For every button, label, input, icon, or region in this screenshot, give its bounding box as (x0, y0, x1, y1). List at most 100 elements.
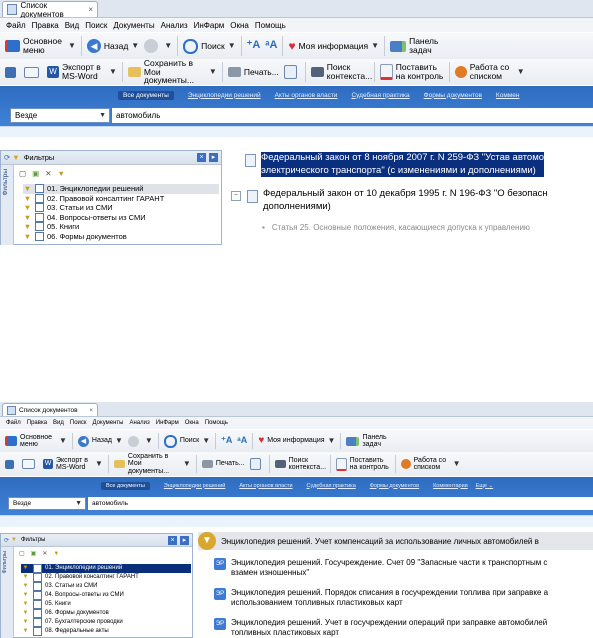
forward-button[interactable]: ▼ (127, 435, 153, 447)
link-encyclopedias[interactable]: Энциклопедии решений (188, 92, 261, 99)
link-authority-acts[interactable]: Акты органов власти (275, 92, 338, 99)
mail-button[interactable] (24, 66, 42, 78)
filter-item[interactable]: ▼ 02. Правовой консалтинг ГАРАНТ (23, 194, 219, 204)
back-button[interactable]: ◀ Назад ▼ (86, 39, 139, 53)
back-button[interactable]: ◀ Назад ▼ (77, 435, 123, 447)
work-with-list-button[interactable]: Работа со списком ▼ (454, 63, 525, 81)
menu-analysis[interactable]: Анализ (161, 21, 188, 30)
font-increase-button[interactable]: ⁺A (221, 435, 232, 445)
menu-help[interactable]: Помощь (255, 21, 286, 30)
link-court-practice[interactable]: Судебная практика (307, 483, 356, 489)
result-item[interactable]: Федеральный закон от 8 ноября 2007 г. N … (245, 152, 545, 177)
close-panel-icon[interactable]: × (197, 153, 206, 162)
link-comments[interactable]: Комментарии (433, 483, 468, 489)
set-control-button[interactable]: Поставить на контроль (379, 63, 444, 81)
menu-search[interactable]: Поиск (70, 420, 87, 426)
filter-item[interactable]: ▼ 05. Книги (21, 600, 191, 609)
menu-search[interactable]: Поиск (85, 21, 107, 30)
link-encyclopedias[interactable]: Энциклопедии решений (164, 483, 226, 489)
add-filter-icon[interactable]: ▣ (32, 169, 39, 178)
filter-item[interactable]: ▼ 06. Формы документов (23, 232, 219, 242)
my-info-button[interactable]: ♥ Моя информация ▼ (288, 40, 379, 53)
checkbox[interactable] (33, 573, 42, 582)
filter-item[interactable]: ▼ 02. Правовой консалтинг ГАРАНТ (21, 573, 191, 582)
search-scope-select[interactable]: Везде ▼ (10, 108, 110, 123)
result-item[interactable]: − Федеральный закон от 10 декабря 1995 г… (231, 188, 548, 213)
checkbox[interactable] (33, 618, 42, 627)
menu-file[interactable]: Файл (6, 420, 21, 426)
font-increase-button[interactable]: ⁺A (247, 40, 261, 52)
link-document-forms[interactable]: Формы документов (424, 92, 482, 99)
document-list-tab[interactable]: Список документов × (2, 403, 98, 416)
mail-button[interactable] (22, 459, 38, 469)
menu-edit[interactable]: Правка (32, 21, 59, 30)
collapse-icon[interactable]: − (231, 191, 241, 201)
result-item[interactable]: ЭР Энциклопедия решений. Порядок списани… (214, 588, 548, 608)
save-to-my-docs-button[interactable]: Сохранить в Мои документы... ▼ (127, 58, 217, 86)
checkbox[interactable] (33, 627, 42, 636)
menu-edit[interactable]: Правка (27, 420, 47, 426)
checkbox[interactable] (35, 212, 44, 222)
work-with-list-button[interactable]: Работа со списком ▼ (400, 457, 461, 472)
export-word-button[interactable]: W Экспорт в MS-Word ▼ (47, 63, 117, 81)
forward-button[interactable]: ▼ (144, 39, 172, 53)
context-search-button[interactable]: Поиск контекста... (274, 457, 326, 472)
menu-windows[interactable]: Окна (230, 21, 249, 30)
link-authority-acts[interactable]: Акты органов власти (239, 483, 292, 489)
task-panel-button[interactable]: Панель задач (390, 37, 443, 55)
checkbox[interactable] (35, 184, 44, 194)
filter-item[interactable]: ▼ 08. Федеральные акты (21, 627, 191, 636)
result-subitem[interactable]: ▪ Статья 25. Основные положения, касающи… (262, 223, 530, 232)
link-comments[interactable]: Коммен (496, 92, 520, 99)
link-all-documents[interactable]: Все документы (101, 481, 150, 490)
checkbox[interactable] (35, 203, 44, 213)
main-menu-button[interactable]: Основное меню ▼ (5, 434, 67, 449)
menu-documents[interactable]: Документы (93, 420, 124, 426)
filter-item[interactable]: ▼ 07. Бухгалтерские проводки (21, 618, 191, 627)
result-item[interactable]: ЭР Энциклопедия решений. Госучреждение. … (214, 558, 547, 578)
link-document-forms[interactable]: Формы документов (370, 483, 419, 489)
link-all-documents[interactable]: Все документы (118, 90, 174, 100)
refresh-icon[interactable]: ⟳ (4, 153, 10, 162)
menu-help[interactable]: Помощь (205, 420, 228, 426)
font-decrease-button[interactable]: ᵃA (237, 435, 247, 445)
filters-vertical-tab[interactable]: Фильтры (1, 547, 14, 638)
apply-filter-icon[interactable]: ▼ (57, 169, 64, 178)
close-panel-icon[interactable]: × (168, 535, 177, 545)
filter-item[interactable]: ▼ 04. Вопросы-ответы из СМИ (21, 591, 191, 600)
filter-item[interactable]: ▼ 03. Статьи из СМИ (21, 582, 191, 591)
refresh-icon[interactable]: ⟳ (4, 537, 9, 544)
menu-analysis[interactable]: Анализ (129, 420, 149, 426)
menu-windows[interactable]: Окна (185, 420, 199, 426)
print-button[interactable]: Печать... (201, 460, 245, 468)
checkbox[interactable] (35, 193, 44, 203)
document-list-tab[interactable]: Список документов × (2, 1, 98, 19)
filter-item[interactable]: ▼ 05. Книги (23, 222, 219, 232)
main-menu-button[interactable]: Основное меню ▼ (5, 37, 76, 55)
add-filter-icon[interactable]: ▣ (31, 550, 37, 557)
delete-filter-icon[interactable]: ✕ (45, 169, 51, 178)
save-icon-button[interactable] (5, 66, 19, 78)
link-more[interactable]: Еще ⌄ (476, 483, 493, 489)
search-scope-select[interactable]: Везде ▼ (8, 497, 86, 510)
menu-view[interactable]: Вид (53, 420, 64, 426)
close-icon[interactable]: × (89, 407, 93, 414)
save-icon-button[interactable] (5, 459, 17, 469)
filter-item[interactable]: ▼ 01. Энциклопедии решений (21, 564, 191, 573)
task-panel-button[interactable]: Панель задач (346, 434, 390, 449)
expand-panel-icon[interactable]: ▸ (180, 535, 189, 545)
checkbox[interactable] (33, 564, 42, 573)
search-button[interactable]: Поиск ▼ (163, 434, 210, 448)
font-decrease-button[interactable]: ᵃA (265, 40, 277, 52)
search-button[interactable]: Поиск ▼ (183, 38, 236, 54)
search-query-input[interactable]: автомобиль (112, 108, 593, 123)
menu-infarm[interactable]: ИнФарм (194, 21, 225, 30)
checkbox[interactable] (35, 222, 44, 232)
filter-item[interactable]: ▼ 03. Статьи из СМИ (23, 203, 219, 213)
checkbox[interactable] (33, 609, 42, 618)
filter-item[interactable]: ▼ 04. Вопросы-ответы из СМИ (23, 213, 219, 223)
checkbox[interactable] (33, 600, 42, 609)
filter-item[interactable]: ▼ 06. Формы документов (21, 609, 191, 618)
new-filter-icon[interactable]: ▢ (19, 169, 26, 178)
delete-filter-icon[interactable]: ✕ (42, 550, 47, 557)
